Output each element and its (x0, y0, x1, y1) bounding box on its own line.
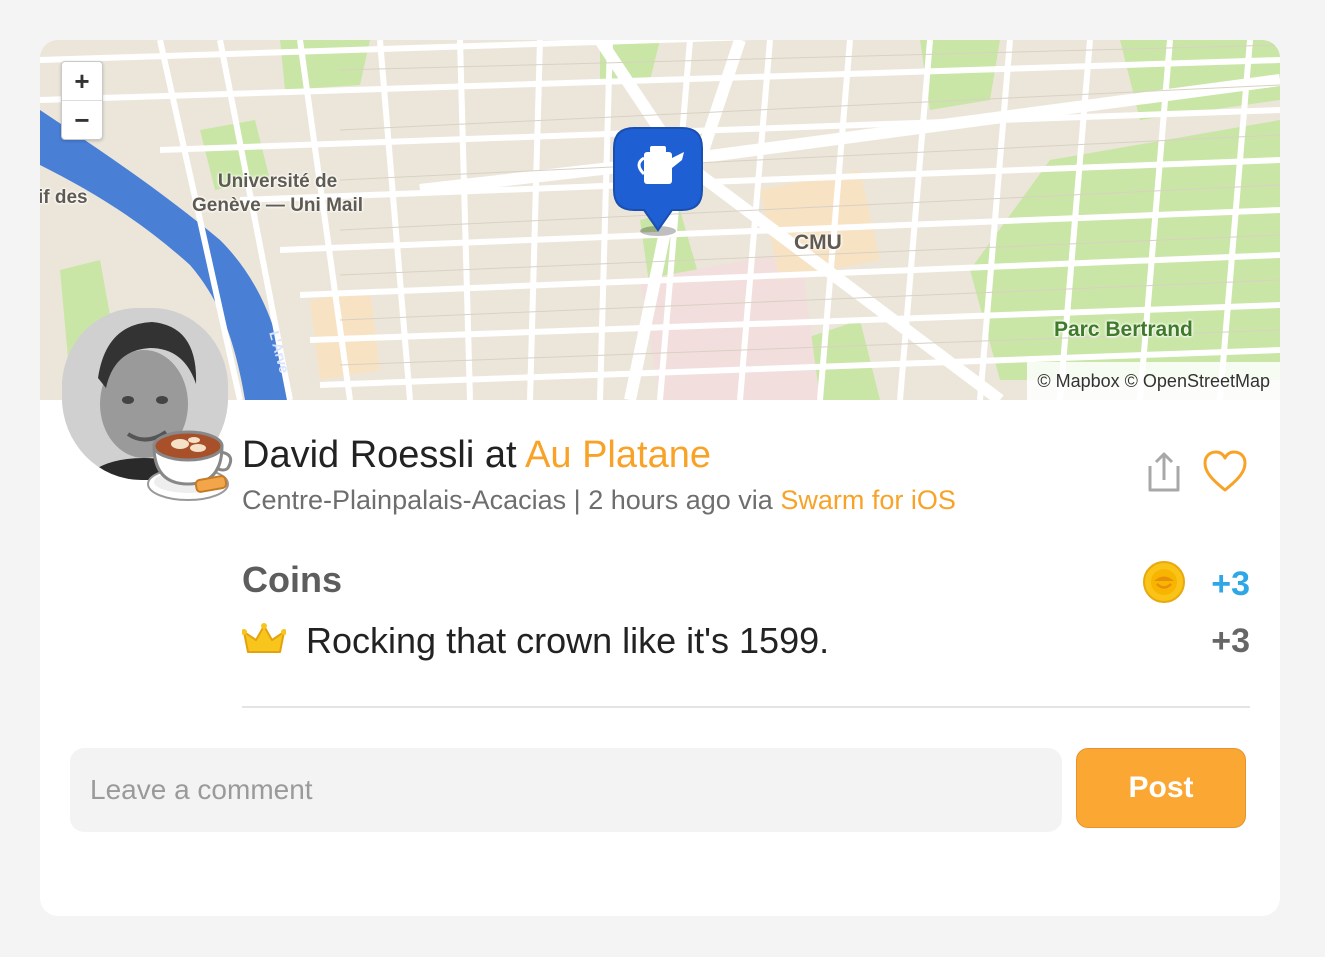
coins-total: +3 (1211, 565, 1250, 603)
coin-reason-points: +3 (1211, 622, 1250, 660)
venue-map[interactable]: + − if des Université de Genève — Uni Ma… (40, 40, 1280, 400)
map-label-river-left: if des (40, 187, 88, 208)
app-link[interactable]: Swarm for iOS (780, 485, 956, 515)
post-button[interactable]: Post (1076, 748, 1246, 828)
coffee-cup-sticker-icon (144, 418, 236, 504)
checkin-card: + − if des Université de Genève — Uni Ma… (40, 40, 1280, 916)
user-name-link[interactable]: David Roessli (242, 434, 474, 476)
crown-icon (242, 623, 286, 653)
coins-heading: Coins (242, 559, 343, 600)
at-text: at (484, 434, 517, 476)
map-attribution[interactable]: © Mapbox © OpenStreetMap (1027, 362, 1280, 400)
map-label-cmu: CMU (794, 231, 842, 254)
time-text: 2 hours ago via (588, 485, 773, 515)
share-icon[interactable] (1144, 450, 1184, 494)
zoom-in-button[interactable]: + (62, 62, 102, 100)
checkin-title: David Roessli at Au Platane (242, 430, 711, 480)
separator: | (573, 485, 581, 515)
map-pin[interactable] (40, 40, 1280, 400)
divider (242, 706, 1250, 708)
neighborhood-text: Centre-Plainpalais-Acacias (242, 485, 567, 515)
coffee-pot-icon (637, 146, 684, 184)
coin-icon (1143, 561, 1185, 603)
coin-reason-text: Rocking that crown like it's 1599. (306, 620, 830, 661)
checkin-subtitle: Centre-Plainpalais-Acacias | 2 hours ago… (242, 483, 956, 517)
heart-icon[interactable] (1202, 450, 1248, 494)
map-label-university: Université de Genève — Uni Mail (192, 171, 364, 216)
comment-input[interactable] (70, 748, 1062, 832)
venue-link[interactable]: Au Platane (525, 434, 711, 476)
map-label-park: Parc Bertrand (1054, 318, 1193, 341)
zoom-control: + − (61, 61, 103, 140)
zoom-out-button[interactable]: − (62, 100, 102, 139)
